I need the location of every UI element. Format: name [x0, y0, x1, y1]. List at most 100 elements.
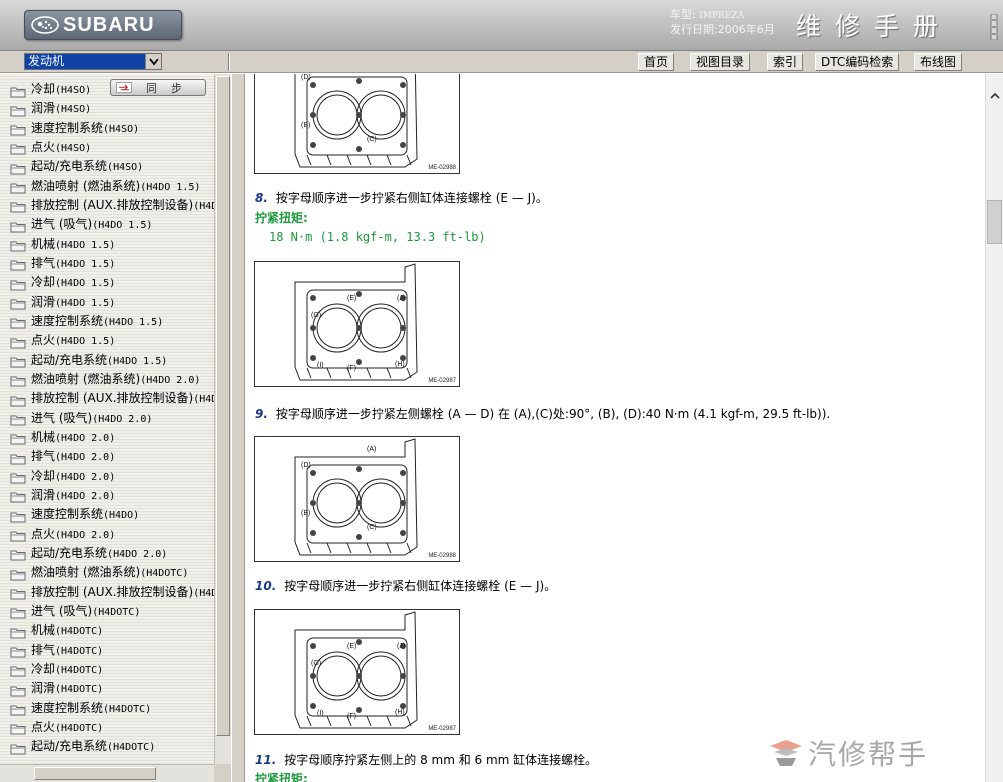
wiring-diagram-button[interactable]: 布线图 — [914, 53, 963, 71]
bolt-label: (G) — [311, 312, 321, 319]
bolt — [310, 470, 316, 476]
engine-block-figure: (A) (D) (B) (C) ME-02988 — [254, 436, 460, 562]
tree-item-code: (H4DOTC) — [55, 664, 104, 676]
sync-label: 同步 — [146, 81, 196, 95]
brand-name: SUBARU — [63, 13, 155, 36]
tree-item-code: (H4DO 1.5) — [55, 258, 116, 270]
pane-splitter[interactable] — [231, 74, 245, 782]
sidebar-vertical-scrollbar[interactable] — [214, 74, 231, 764]
sidebar-tree-item[interactable]: 点火(H4SO) — [0, 137, 214, 156]
tree-item-label: 速度控制系统(H4SO) — [31, 119, 139, 136]
content-vertical-scrollbar[interactable] — [985, 74, 1003, 782]
dtc-search-button[interactable]: DTC编码检索 — [815, 53, 900, 71]
sidebar-tree-item[interactable]: 燃油喷射 (燃油系统)(H4DO 1.5) — [0, 176, 214, 195]
tree-item-label: 冷却(H4SO) — [31, 80, 91, 97]
tree-item-label: 机械(H4DOTC) — [31, 621, 103, 638]
step-10: 10. 按字母顺序进一步拧紧右侧缸体连接螺栓 (E — J)。 — [255, 577, 556, 594]
sidebar-tree-item[interactable]: 排气(H4DO 2.0) — [0, 446, 214, 465]
sidebar-tree-item[interactable]: 进气 (吸气)(H4DO 2.0) — [0, 408, 214, 427]
sidebar-tree-item[interactable]: 进气 (吸气)(H4DOTC) — [0, 601, 214, 620]
tree-item-label: 进气 (吸气)(H4DO 1.5) — [31, 215, 152, 232]
bolt-label: (H) — [395, 361, 405, 368]
sidebar-tree-item[interactable]: 润滑(H4DOTC) — [0, 678, 214, 697]
bolt — [356, 673, 362, 679]
sidebar-tree-item[interactable]: 润滑(H4DO 1.5) — [0, 292, 214, 311]
bolt-label: (H) — [395, 709, 405, 716]
bolt — [356, 359, 362, 365]
sidebar-tree-item[interactable]: 速度控制系统(H4SO) — [0, 118, 214, 137]
view-contents-button[interactable]: 视图目录 — [690, 53, 751, 71]
folder-icon — [10, 469, 26, 484]
step-text: 按字母顺序进一步拧紧左侧螺栓 (A — D) 在 (A),(C)处:90°, (… — [275, 407, 831, 421]
index-button[interactable]: 索引 — [767, 53, 804, 71]
sidebar-tree-item[interactable]: 燃油喷射 (燃油系统)(H4DO 2.0) — [0, 369, 214, 388]
sidebar-tree-item[interactable]: 起动/充电系统(H4SO) — [0, 156, 214, 175]
sidebar-tree-item[interactable]: 排放控制 (AUX.排放控制设备)(H4D — [0, 195, 214, 214]
folder-icon — [10, 276, 26, 291]
tree-item-label: 排气(H4DO 1.5) — [31, 254, 115, 271]
sidebar-tree-item[interactable]: 点火(H4DO 1.5) — [0, 330, 214, 349]
sidebar-tree-item[interactable]: 点火(H4DO 2.0) — [0, 524, 214, 543]
tree-item-label: 起动/充电系统(H4DOTC) — [31, 737, 155, 754]
sidebar-tree-item[interactable]: 速度控制系统(H4DOTC) — [0, 698, 214, 717]
figure-drawing: (E) (J) (G) (I) (F) (H) — [294, 263, 418, 381]
bolt — [356, 325, 362, 331]
sidebar-hscroll-thumb[interactable] — [34, 767, 156, 780]
chevron-down-icon[interactable] — [145, 54, 161, 69]
chevron-up-icon[interactable] — [989, 90, 1001, 102]
tree-item-name: 润滑 — [31, 294, 56, 309]
tree-item-code: (H4DO 2.0) — [92, 413, 153, 425]
folder-icon — [10, 527, 26, 542]
sidebar-tree-item[interactable]: 起动/充电系统(H4DOTC) — [0, 736, 214, 755]
folder-icon — [10, 140, 26, 155]
bolt-label: (D) — [301, 462, 311, 469]
sidebar-tree-item[interactable]: 排气(H4DOTC) — [0, 640, 214, 659]
sidebar-tree-item[interactable]: 机械(H4DOTC) — [0, 620, 214, 639]
sidebar-tree-item[interactable]: 润滑(H4DO 2.0) — [0, 485, 214, 504]
sidebar-tree-item[interactable]: 排气(H4DO 1.5) — [0, 253, 214, 272]
sidebar-tree-item[interactable]: 进气 (吸气)(H4DO 1.5) — [0, 214, 214, 233]
section-dropdown-value: 发动机 — [28, 54, 65, 68]
home-button[interactable]: 首页 — [638, 53, 675, 71]
sidebar: 冷却(H4SO) 润滑(H4SO) 速度控制系统(H4SO) 点火(H4SO) 起动/充… — [0, 74, 231, 782]
folder-icon — [10, 585, 26, 600]
tree-item-code: (H4D — [193, 587, 214, 599]
sidebar-tree-item[interactable]: 速度控制系统(H4DO 1.5) — [0, 311, 214, 330]
tree-item-code: (H4DO 1.5) — [103, 316, 164, 328]
sidebar-horizontal-scrollbar[interactable] — [0, 764, 214, 782]
content-scroll-thumb[interactable] — [987, 200, 1002, 244]
sidebar-tree-item[interactable]: 燃油喷射 (燃油系统)(H4DOTC) — [0, 562, 214, 581]
section-dropdown[interactable]: 发动机 — [24, 53, 162, 70]
tree-item-label: 润滑(H4SO) — [31, 99, 91, 116]
sync-button[interactable]: 同步 — [110, 79, 206, 96]
sidebar-tree-item[interactable]: 点火(H4DOTC) — [0, 717, 214, 736]
sidebar-tree-item[interactable]: 机械(H4DO 1.5) — [0, 234, 214, 253]
sidebar-tree-item[interactable]: 起动/充电系统(H4DO 1.5) — [0, 350, 214, 369]
sidebar-tree-item[interactable]: 起动/充电系统(H4DO 2.0) — [0, 543, 214, 562]
sidebar-tree-item[interactable]: 速度控制系统(H4DO) — [0, 504, 214, 523]
sidebar-tree-item[interactable]: 冷却(H4DO 2.0) — [0, 466, 214, 485]
bolt-label: (G) — [311, 660, 321, 667]
folder-icon — [10, 392, 26, 407]
sidebar-tree-item[interactable]: 机械(H4DO 2.0) — [0, 427, 214, 446]
tree-item-code: (H4DO 1.5) — [55, 278, 116, 290]
sidebar-tree-item[interactable]: 排放控制 (AUX.排放控制设备)(H4D — [0, 388, 214, 407]
sidebar-tree-item[interactable]: 冷却(H4DO 1.5) — [0, 272, 214, 291]
bolt — [310, 325, 316, 331]
tree-item-code: (H4DO 2.0) — [55, 529, 116, 541]
watermark-logo-icon — [770, 740, 802, 766]
sidebar-tree-item[interactable]: 冷却(H4DOTC) — [0, 659, 214, 678]
folder-icon — [10, 566, 26, 581]
sidebar-scroll-thumb[interactable] — [216, 76, 230, 736]
folder-icon — [10, 682, 26, 697]
sync-icon — [116, 82, 132, 93]
torque-value: 18 N·m (1.8 kgf-m, 13.3 ft-lb) — [269, 230, 486, 244]
folder-icon — [10, 314, 26, 329]
folder-icon — [10, 83, 26, 97]
bolt — [310, 673, 316, 679]
tree-item-label: 点火(H4DO 1.5) — [31, 331, 115, 348]
sidebar-tree-item[interactable]: 排放控制 (AUX.排放控制设备)(H4D — [0, 582, 214, 601]
sidebar-tree-item[interactable]: 润滑(H4SO) — [0, 98, 214, 117]
tree-item-code: (H4SO) — [55, 85, 92, 96]
tree-item-code: (H4D — [193, 394, 214, 406]
